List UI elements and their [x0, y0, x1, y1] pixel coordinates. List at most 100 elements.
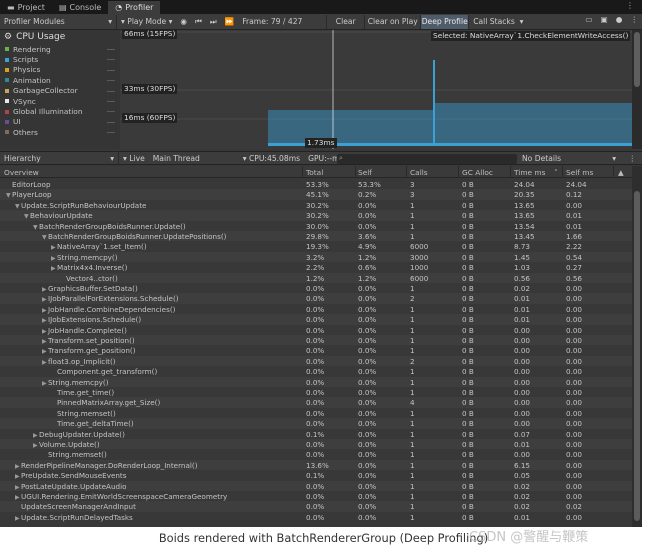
- row-label: GraphicsBuffer.SetData(): [48, 284, 138, 293]
- table-row[interactable]: ▶DebugUpdater.Update() 0.1% 0.0% 1 0 B 0.07 0.…: [0, 429, 632, 439]
- tab-profiler[interactable]: ◔ Profiler: [108, 1, 161, 14]
- table-row[interactable]: Component.get_transform() 0.0% 0.0% 1 0 B 0.0…: [0, 366, 632, 376]
- col-overview[interactable]: Overview: [4, 168, 39, 177]
- last-frame-button[interactable]: ⏩: [221, 15, 238, 29]
- table-row[interactable]: ▼BatchRenderGroupBoidsRunner.Update() 30.…: [0, 221, 632, 231]
- table-row[interactable]: ▶Transform.get_position() 0.0% 0.0% 1 0 B 0.0…: [0, 345, 632, 355]
- cell-self: 0.0%: [358, 512, 377, 522]
- table-row[interactable]: ▶IJobParallelForExtensions.Schedule() 0.0…: [0, 293, 632, 304]
- table-row[interactable]: ▶String.memcpy() 0.0% 0.0% 1 0 B 0.00 0.00: [0, 376, 632, 387]
- row-label: Update.ScriptRunBehaviourUpdate: [21, 200, 147, 210]
- table-row[interactable]: String.memset() 0.0% 0.0% 1 0 B 0.00 0.00: [0, 449, 632, 459]
- cell-self: 0.0%: [358, 398, 377, 408]
- cell-selfms: 0.00: [566, 460, 583, 470]
- chart-scrollbar[interactable]: [632, 30, 642, 149]
- table-row[interactable]: ▶float3.op_Implicit() 0.0% 0.0% 2 0 B 0.00 0.0…: [0, 355, 632, 367]
- cell-gc: 0 B: [462, 284, 474, 293]
- legend-item[interactable]: Scripts: [0, 54, 120, 64]
- table-scrollbar[interactable]: [632, 166, 642, 527]
- table-row[interactable]: ▶PreUpdate.SendMouseEvents 0.1% 0.0% 1 0 B 0.…: [0, 470, 632, 480]
- row-label: Vector4..ctor(): [66, 273, 118, 283]
- table-row[interactable]: Time.get_deltaTime() 0.0% 0.0% 1 0 B 0.00 0.00: [0, 418, 632, 429]
- table-row[interactable]: PinnedMatrixArray.get_Size() 0.0% 0.0% 4 0 B…: [0, 397, 632, 408]
- cpu-usage-module[interactable]: ⚙ CPU Usage Rendering Scripts Physics Animat…: [0, 30, 120, 149]
- legend-item[interactable]: Others: [0, 127, 120, 137]
- table-row[interactable]: Time.get_time() 0.0% 0.0% 1 0 B 0.00 0.00: [0, 387, 632, 397]
- clear-button[interactable]: Clear: [326, 14, 364, 29]
- search-input[interactable]: ⌕: [337, 154, 517, 164]
- thread-dropdown[interactable]: Main Thread: [149, 151, 239, 165]
- menu-kebab-icon[interactable]: ⋮: [628, 154, 636, 163]
- cpu-timeline-chart[interactable]: 66ms (15FPS) 33ms (30FPS) 16ms (60FPS) S…: [120, 29, 632, 149]
- table-row[interactable]: ▶String.memcpy() 3.2% 1.2% 3000 0 B 1.45 0.54: [0, 251, 632, 263]
- legend-item[interactable]: Animation: [0, 75, 120, 85]
- cell-selfms: 0.01: [566, 221, 583, 231]
- load-icon[interactable]: ▭: [585, 15, 592, 24]
- legend-item[interactable]: Global Illumination: [0, 106, 120, 116]
- legend-item[interactable]: UI: [0, 117, 120, 127]
- first-frame-button[interactable]: ⏮: [191, 15, 206, 29]
- cell-time: 0.00: [514, 450, 531, 460]
- table-row[interactable]: ▶JobHandle.Complete() 0.0% 0.0% 1 0 B 0.00 0.0…: [0, 325, 632, 335]
- table-row[interactable]: Vector4..ctor() 1.2% 1.2% 6000 0 B 0.56 0.56: [0, 272, 632, 283]
- scrollbar-thumb[interactable]: [634, 191, 640, 521]
- profiler-modules-dropdown[interactable]: Profiler Modules ▾: [0, 15, 116, 29]
- table-row[interactable]: String.memset() 0.0% 0.0% 1 0 B 0.00 0.00: [0, 408, 632, 418]
- clear-on-play-button[interactable]: Clear on Play: [364, 14, 420, 29]
- table-row[interactable]: UpdateScreenManagerAndInput 0.0% 0.0% 1 0 B 0…: [0, 501, 632, 512]
- details-dropdown[interactable]: No Details ▾: [518, 151, 620, 165]
- table-row[interactable]: ▶Volume.Update() 0.0% 0.0% 1 0 B 0.01 0.00: [0, 439, 632, 450]
- call-stacks-dropdown[interactable]: Call Stacks ▾: [468, 14, 527, 29]
- table-row[interactable]: ▶JobHandle.CombineDependencies() 0.0% 0.0%…: [0, 304, 632, 314]
- tab-project[interactable]: ▬ Project: [0, 1, 52, 14]
- tab-console[interactable]: ▤ Console: [52, 1, 108, 14]
- table-row[interactable]: ▼PlayerLoop 45.1% 0.2% 3 0 B 20.35 0.12: [0, 189, 632, 200]
- table-row[interactable]: ▼Update.ScriptRunBehaviourUpdate 30.2% 0.0…: [0, 200, 632, 210]
- cell-total: 30.2%: [306, 200, 329, 210]
- table-row[interactable]: ▶NativeArray`1.set_Item() 19.3% 4.9% 6000 0 …: [0, 241, 632, 251]
- scripts-band-high: [434, 103, 632, 146]
- profiler-window: ▬ Project ▤ Console ◔ Profiler ⋮ Profiler M…: [0, 0, 642, 527]
- help-icon[interactable]: ●: [616, 15, 623, 24]
- col-self[interactable]: Self: [358, 168, 372, 177]
- col-total[interactable]: Total: [306, 168, 323, 177]
- scrollbar-thumb[interactable]: [634, 32, 640, 87]
- col-time-ms[interactable]: Time ms: [514, 168, 546, 177]
- table-row[interactable]: ▶IJobExtensions.Schedule() 0.0% 0.0% 1 0 B 0.…: [0, 314, 632, 325]
- tab-menu-kebab-icon[interactable]: ⋮: [626, 1, 634, 10]
- cell-total: 0.0%: [306, 492, 325, 501]
- legend-item[interactable]: VSync: [0, 96, 120, 106]
- cell-calls: 1000: [410, 263, 429, 273]
- view-dropdown[interactable]: Hierarchy ▾: [0, 151, 118, 165]
- row-name: Component.get_transform(): [51, 367, 157, 376]
- table-row[interactable]: ▶Matrix4x4.Inverse() 2.2% 0.6% 1000 0 B 1.03 0…: [0, 262, 632, 272]
- cell-gc: 0 B: [462, 429, 474, 439]
- row-name: ▼Update.ScriptRunBehaviourUpdate: [15, 201, 146, 210]
- table-row[interactable]: ▶Transform.set_position() 0.0% 0.0% 1 0 B 0.0…: [0, 335, 632, 346]
- play-mode-dropdown[interactable]: ▾ Play Mode ▾: [116, 14, 176, 29]
- table-row[interactable]: ▼BehaviourUpdate 30.2% 0.0% 1 0 B 13.65 0.01: [0, 210, 632, 221]
- row-label: Component.get_transform(): [57, 367, 158, 377]
- legend-item[interactable]: Physics: [0, 65, 120, 75]
- deep-profile-button[interactable]: Deep Profile: [420, 14, 469, 29]
- col-gc-alloc[interactable]: GC Alloc: [462, 168, 493, 177]
- cell-total: 0.0%: [306, 388, 325, 397]
- col-self-ms[interactable]: Self ms: [566, 168, 593, 177]
- cell-total: 13.6%: [306, 460, 329, 470]
- legend-item[interactable]: Rendering: [0, 44, 120, 54]
- record-button[interactable]: ◉: [176, 15, 191, 29]
- col-calls[interactable]: Calls: [410, 168, 428, 177]
- table-row[interactable]: ▶GraphicsBuffer.SetData() 0.0% 0.0% 1 0 B 0.0…: [0, 283, 632, 293]
- table-row[interactable]: ▶RenderPipelineManager.DoRenderLoop_Inte…: [0, 459, 632, 471]
- menu-kebab-icon[interactable]: ⋮: [630, 15, 638, 24]
- legend-item[interactable]: GarbageCollector: [0, 86, 120, 96]
- table-row[interactable]: ▶PostLateUpdate.UpdateAudio 0.0% 0.0% 1 0 B 0…: [0, 480, 632, 491]
- cell-self: 0.0%: [358, 284, 377, 293]
- table-row[interactable]: ▶UGUI.Rendering.EmitWorldScreenspaceCame…: [0, 491, 632, 501]
- table-row[interactable]: EditorLoop 53.3% 53.3% 3 0 B 24.04 24.04: [0, 179, 632, 189]
- save-icon[interactable]: ▣: [601, 15, 608, 24]
- next-frame-button[interactable]: ⏭: [206, 15, 221, 29]
- live-toggle[interactable]: ▾ Live: [118, 151, 149, 165]
- table-row[interactable]: ▶Update.ScriptRunDelayedTasks 0.0% 0.0% 1 0 …: [0, 512, 632, 522]
- table-row[interactable]: ▼BatchRenderGroupBoidsRunner.UpdatePosit…: [0, 231, 632, 242]
